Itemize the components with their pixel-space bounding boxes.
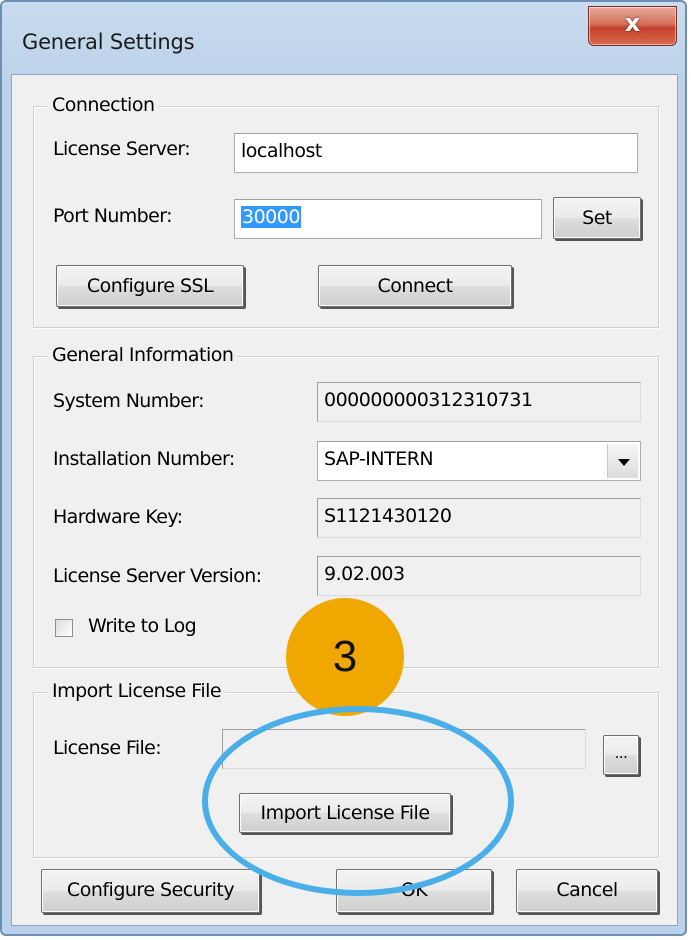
port-number-label: Port Number: [53,205,173,227]
general-information-group-title: General Information [48,344,238,366]
license-server-label: License Server: [53,138,191,160]
connection-group: Connection License Server: localhost Por… [33,94,659,328]
installation-number-value: SAP-INTERN [324,448,434,470]
port-number-value: 30000 [241,206,301,228]
chevron-down-icon[interactable] [607,444,638,478]
configure-ssl-button[interactable]: Configure SSL [56,265,244,307]
hardware-key-label: Hardware Key: [53,506,183,528]
cancel-button[interactable]: Cancel [516,869,658,913]
set-button[interactable]: Set [553,197,641,239]
general-settings-dialog: General Settings x Connection License Se… [0,0,687,936]
write-to-log-checkbox[interactable] [55,619,73,637]
port-number-input[interactable]: 30000 [234,199,542,239]
system-number-field: 000000000312310731 [317,382,641,422]
connect-button[interactable]: Connect [318,265,512,307]
connection-group-title: Connection [48,94,159,116]
step-number-badge: 3 [286,598,404,716]
license-file-label: License File: [53,737,162,759]
browse-button[interactable]: ... [603,735,639,775]
system-number-label: System Number: [53,390,204,412]
hardware-key-field: S1121430120 [317,498,641,538]
installation-number-label: Installation Number: [53,448,235,470]
title-bar[interactable]: General Settings x [2,2,685,82]
installation-number-select[interactable]: SAP-INTERN [317,441,641,481]
configure-security-button[interactable]: Configure Security [41,869,260,913]
license-server-version-label: License Server Version: [53,565,262,587]
import-license-group-title: Import License File [48,680,226,702]
highlight-ellipse [202,706,514,896]
license-server-version-field: 9.02.003 [317,556,641,596]
close-icon: x [624,9,641,37]
close-button[interactable]: x [588,6,677,46]
license-server-input[interactable]: localhost [234,133,638,173]
write-to-log-label: Write to Log [88,615,197,637]
window-title: General Settings [22,30,195,54]
